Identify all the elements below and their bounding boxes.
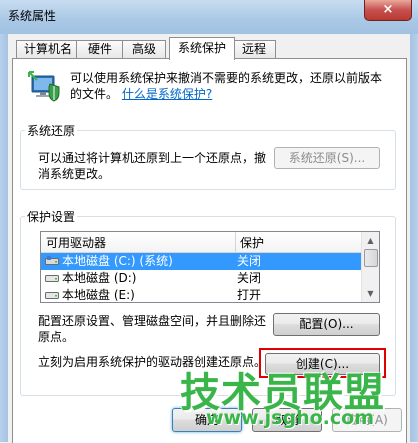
what-is-system-protection-link[interactable]: 什么是系统保护? <box>122 87 212 101</box>
close-button[interactable]: × <box>364 0 412 21</box>
system-restore-button[interactable]: 系统还原(S)... <box>274 147 380 169</box>
drive-list-scrollbar[interactable]: ▲ ▼ <box>361 232 379 302</box>
intro-text: 可以使用系统保护来撤消不需要的系统更改，还原以前版本的文件。 什么是系统保护? <box>70 70 390 102</box>
tab-hardware[interactable]: 硬件 <box>76 40 124 59</box>
tab-advanced[interactable]: 高级 <box>122 40 166 59</box>
intro-description: 可以使用系统保护来撤消不需要的系统更改，还原以前版本的文件。 <box>70 71 383 101</box>
protection-settings-group-label: 保护设置 <box>25 208 78 225</box>
tab-system-protection[interactable]: 系统保护 <box>169 37 235 60</box>
drive-name: 本地磁盘 (D:) <box>62 271 137 285</box>
configure-description: 配置还原设置、管理磁盘空间，并且删除还原点。 <box>38 314 267 344</box>
scroll-up-icon[interactable]: ▲ <box>363 233 378 248</box>
system-restore-description: 可以通过将计算机还原到上一个还原点，撤消系统更改。 <box>38 151 267 181</box>
scroll-down-icon[interactable]: ▼ <box>363 286 378 301</box>
shield-computer-icon <box>28 71 60 102</box>
column-divider <box>235 232 236 252</box>
window-frame-left <box>0 34 8 442</box>
drive-row-e[interactable]: 本地磁盘 (E:) 打开 <box>41 287 361 302</box>
drive-icon <box>45 292 59 299</box>
scroll-thumb[interactable] <box>364 249 378 267</box>
column-available-drives[interactable]: 可用驱动器 <box>46 234 106 251</box>
window-title: 系统属性 <box>8 9 57 23</box>
configure-button[interactable]: 配置(O)... <box>273 313 380 336</box>
tab-remote[interactable]: 远程 <box>232 40 276 59</box>
system-restore-group-label: 系统还原 <box>25 122 78 139</box>
drive-name: 本地磁盘 (E:) <box>62 288 135 302</box>
column-protection[interactable]: 保护 <box>240 234 264 251</box>
drive-list[interactable]: 可用驱动器 保护 本地磁盘 (C:) (系统) 关闭 本地磁盘 (D:) 关闭 … <box>40 231 380 303</box>
tab-computer-name[interactable]: 计算机名 <box>16 40 80 59</box>
drive-protection-status: 关闭 <box>237 254 262 268</box>
window-frame-right <box>410 34 418 442</box>
title-bar[interactable] <box>0 0 418 34</box>
drive-name: 本地磁盘 (C:) (系统) <box>62 254 173 268</box>
system-drive-icon <box>45 256 59 265</box>
drive-protection-status: 打开 <box>237 288 262 302</box>
drive-row-c[interactable]: 本地磁盘 (C:) (系统) 关闭 <box>41 253 361 270</box>
watermark-url: www.jsgho.com <box>206 407 374 429</box>
drive-row-d[interactable]: 本地磁盘 (D:) 关闭 <box>41 270 361 287</box>
drive-protection-status: 关闭 <box>237 271 262 285</box>
drive-list-header: 可用驱动器 保护 <box>41 232 361 253</box>
drive-icon <box>45 275 59 282</box>
